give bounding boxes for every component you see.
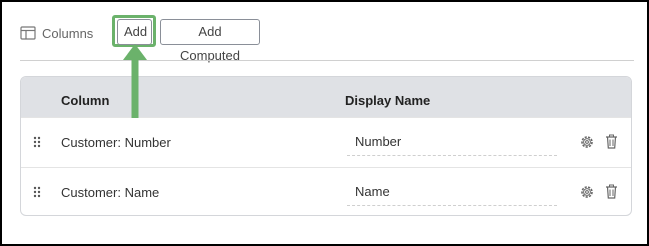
table-row: Customer: Number (21, 117, 631, 167)
column-name: Customer: Name (61, 185, 160, 200)
columns-panel: Columns Add Add Computed Column Display … (0, 0, 649, 246)
trash-icon[interactable] (605, 134, 618, 149)
columns-label: Columns (20, 26, 93, 41)
column-header: Column (61, 93, 110, 108)
columns-table: Column Display Name Customer: Number Num… (20, 76, 632, 216)
table-columns-icon (20, 26, 36, 40)
trash-icon[interactable] (605, 184, 618, 199)
table-row: Customer: Name (21, 167, 631, 215)
table-header: Column Display Name (21, 77, 631, 117)
columns-label-text: Columns (42, 25, 94, 41)
add-computed-button[interactable]: Add Computed (160, 19, 260, 63)
drag-handle-icon[interactable] (33, 136, 41, 148)
display-name-header: Display Name (345, 93, 431, 108)
display-name-input[interactable] (347, 178, 557, 206)
gear-icon[interactable] (580, 185, 594, 199)
column-name: Customer: Number (61, 135, 171, 150)
drag-handle-icon[interactable] (33, 186, 41, 198)
display-name-input[interactable] (347, 128, 557, 156)
up-arrow-icon (123, 44, 147, 118)
gear-icon[interactable] (580, 135, 594, 149)
columns-toolbar: Columns (20, 20, 93, 46)
toolbar-divider (20, 60, 634, 61)
